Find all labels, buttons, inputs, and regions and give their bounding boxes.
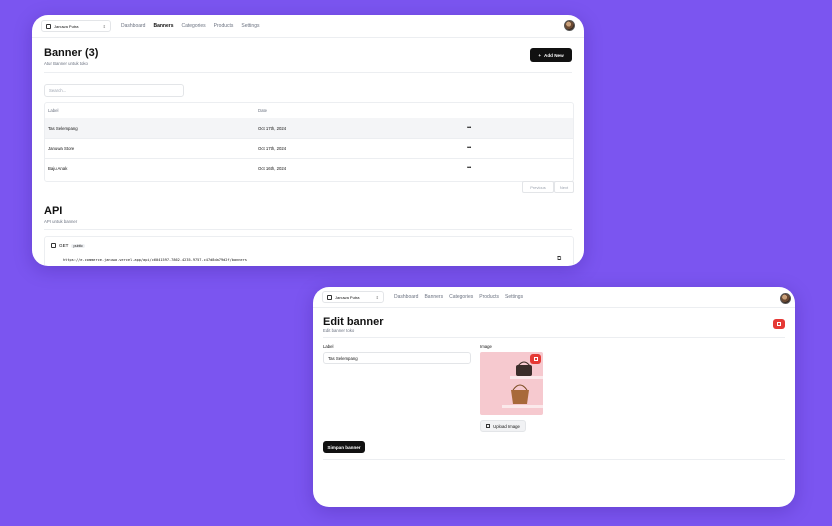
table-row: Baju Anak Oct 16th, 2024 ••• — [45, 158, 573, 178]
chevron-updown-icon: ⇕ — [102, 23, 106, 29]
column-label: Label — [48, 108, 59, 113]
table-header: Label Date — [45, 103, 573, 119]
nav-banners[interactable]: Banners — [424, 294, 443, 300]
avatar[interactable] — [780, 293, 791, 304]
trash-icon — [777, 322, 781, 326]
avatar[interactable] — [564, 20, 575, 31]
row-date: Oct 17th, 2024 — [258, 145, 287, 151]
save-banner-button[interactable]: Simpan banner — [323, 441, 365, 453]
banner-list-window: Januwa Putra ⇕ Dashboard Banners Categor… — [32, 15, 584, 266]
access-badge: public — [71, 243, 85, 248]
row-date: Oct 17th, 2024 — [258, 125, 287, 131]
nav-products[interactable]: Products — [479, 294, 499, 300]
api-subtitle: API untuk banner — [44, 219, 78, 224]
api-alert: GET public https://e-commerce-januwa.ver… — [44, 236, 574, 266]
previous-button[interactable]: Previous — [522, 181, 554, 193]
page-title: Banner (3) — [44, 47, 99, 59]
copy-icon[interactable]: ⧉ — [557, 256, 561, 263]
delete-button[interactable] — [773, 319, 785, 329]
next-button[interactable]: Next — [554, 181, 574, 193]
divider — [44, 72, 572, 73]
store-switcher[interactable]: Januwa Putra ⇕ — [41, 20, 111, 32]
store-switcher[interactable]: Januwa Putra ⇕ — [322, 291, 384, 303]
row-actions-button[interactable]: ••• — [467, 125, 471, 131]
server-icon — [51, 243, 56, 248]
store-icon — [46, 23, 51, 29]
page-subtitle: Atur Banner untuk toko — [44, 61, 88, 66]
search-input[interactable]: Search... — [44, 84, 184, 97]
store-name: Januwa Putra — [335, 294, 360, 300]
nav-settings[interactable]: Settings — [505, 294, 523, 300]
api-url: https://e-commerce-januwa.vercel.app/api… — [63, 258, 247, 262]
store-name: Januwa Putra — [54, 23, 79, 29]
label-field-label: Label — [323, 344, 334, 349]
column-date: Date — [258, 108, 268, 113]
banner-image — [480, 352, 543, 415]
nav-dashboard[interactable]: Dashboard — [121, 23, 145, 29]
row-label: Baju Anak — [48, 165, 68, 171]
row-label: Tas Selempang — [48, 125, 78, 131]
store-icon — [327, 294, 332, 300]
label-input[interactable]: Tas Selempang — [323, 352, 471, 364]
table-row: Januwa Store Oct 17th, 2024 ••• — [45, 138, 573, 159]
nav-products[interactable]: Products — [214, 23, 234, 29]
divider — [323, 459, 785, 460]
nav-banners[interactable]: Banners — [153, 23, 173, 29]
edit-banner-window: Januwa Putra ⇕ Dashboard Banners Categor… — [313, 287, 795, 507]
chevron-updown-icon: ⇕ — [375, 294, 379, 300]
add-new-button[interactable]: + Add New — [530, 48, 572, 62]
nav-categories[interactable]: Categories — [181, 23, 205, 29]
divider — [44, 229, 572, 230]
upload-image-button[interactable]: Upload Image — [480, 420, 526, 432]
banner-table: Label Date Tas Selempang Oct 17th, 2024 … — [44, 102, 574, 182]
page-title: Edit banner — [323, 316, 384, 328]
api-method: GET — [59, 243, 69, 248]
nav-dashboard[interactable]: Dashboard — [394, 294, 418, 300]
row-label: Januwa Store — [48, 145, 75, 151]
divider — [323, 337, 785, 338]
row-date: Oct 16th, 2024 — [258, 165, 287, 171]
remove-image-button[interactable] — [530, 354, 541, 364]
image-plus-icon — [486, 424, 491, 428]
trash-icon — [533, 357, 538, 361]
row-actions-button[interactable]: ••• — [467, 145, 471, 151]
top-nav: Januwa Putra ⇕ Dashboard Banners Categor… — [32, 15, 584, 38]
nav-categories[interactable]: Categories — [449, 294, 473, 300]
nav-settings[interactable]: Settings — [241, 23, 259, 29]
top-nav: Januwa Putra ⇕ Dashboard Banners Categor… — [313, 287, 795, 308]
page-subtitle: Edit banner toko — [323, 328, 355, 333]
plus-icon: + — [538, 52, 542, 58]
image-field-label: Image — [480, 344, 492, 349]
api-title: API — [44, 205, 63, 217]
row-actions-button[interactable]: ••• — [467, 165, 471, 171]
table-row: Tas Selempang Oct 17th, 2024 ••• — [45, 118, 573, 139]
